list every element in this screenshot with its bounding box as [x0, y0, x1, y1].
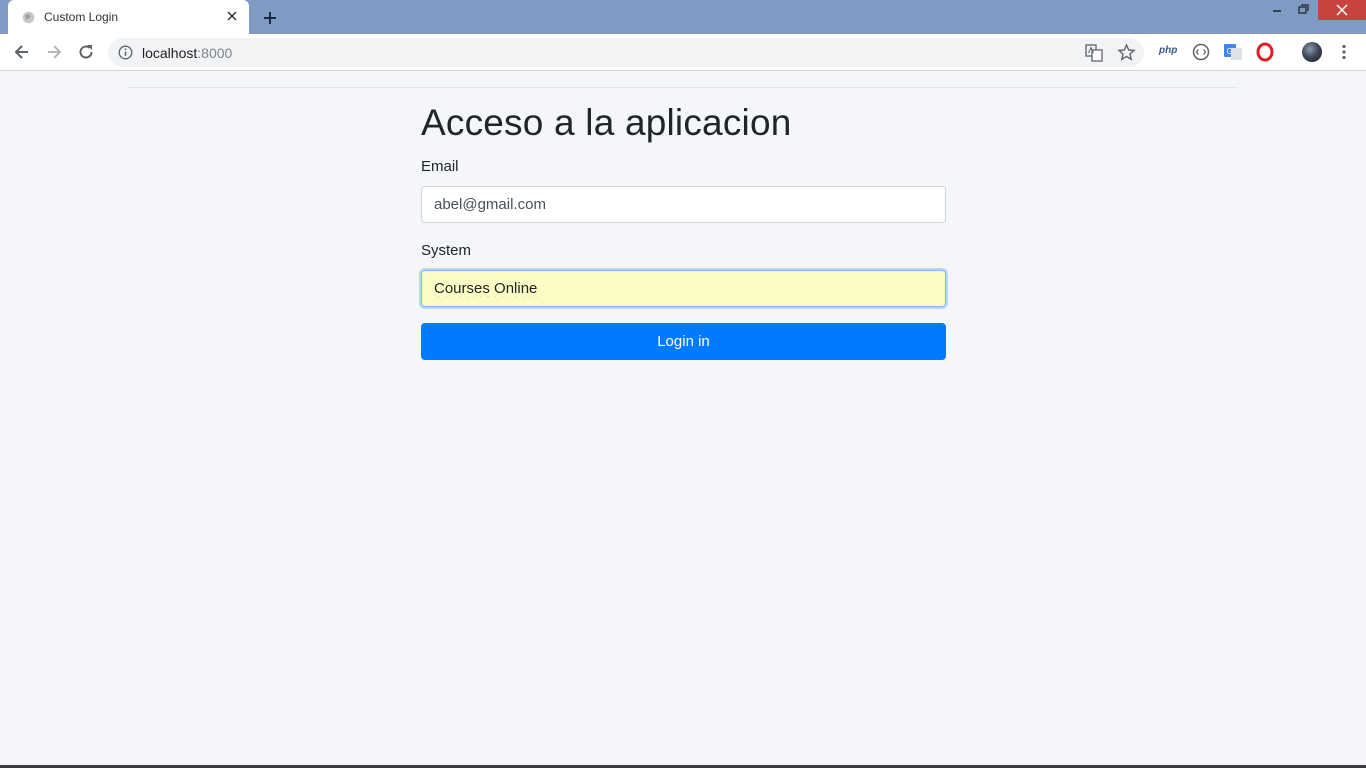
- svg-text:G: G: [1227, 47, 1233, 56]
- bookmark-star-icon[interactable]: [1117, 43, 1136, 62]
- restore-icon[interactable]: [1292, 0, 1314, 20]
- browser-tab[interactable]: Custom Login: [8, 0, 249, 34]
- close-window-icon[interactable]: [1318, 0, 1366, 20]
- top-divider: [128, 87, 1238, 88]
- url-text: localhost:8000: [142, 45, 232, 61]
- system-label: System: [421, 242, 472, 259]
- php-extension-icon[interactable]: php: [1159, 45, 1177, 56]
- url-host: localhost: [142, 45, 198, 61]
- email-label: Email: [421, 158, 459, 175]
- code-extension-icon[interactable]: [1191, 42, 1211, 62]
- back-icon[interactable]: [12, 42, 32, 62]
- tab-strip: Custom Login: [0, 0, 1366, 34]
- url-port: :8000: [197, 45, 233, 61]
- email-field[interactable]: [421, 186, 946, 223]
- profile-avatar[interactable]: [1302, 42, 1322, 62]
- opera-icon[interactable]: [1255, 42, 1275, 62]
- minimize-icon[interactable]: [1266, 0, 1288, 20]
- google-translate-icon[interactable]: G: [1223, 42, 1243, 62]
- login-button[interactable]: Login in: [421, 323, 946, 360]
- info-icon[interactable]: [118, 45, 133, 60]
- page-title: Acceso a la aplicacion: [421, 102, 792, 143]
- reload-icon[interactable]: [76, 42, 96, 62]
- forward-icon[interactable]: [44, 42, 64, 62]
- tab-title: Custom Login: [44, 10, 119, 24]
- system-field[interactable]: [421, 270, 946, 307]
- menu-kebab-icon[interactable]: [1334, 42, 1354, 62]
- globe-icon: [22, 11, 35, 24]
- translate-icon[interactable]: [1085, 44, 1103, 62]
- new-tab-icon[interactable]: [260, 8, 280, 28]
- close-tab-icon[interactable]: [224, 8, 240, 24]
- address-bar[interactable]: localhost:8000: [108, 38, 1144, 67]
